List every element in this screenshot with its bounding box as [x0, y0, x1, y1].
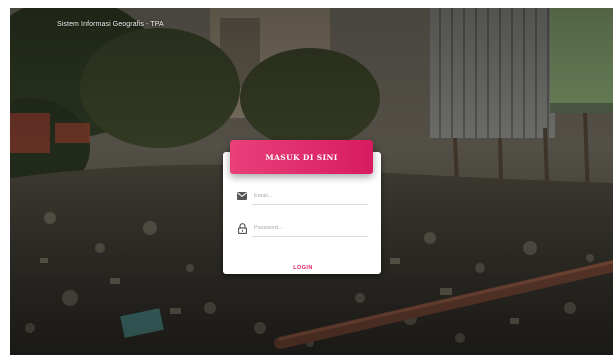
login-card-header: MASUK DI SINI — [230, 140, 373, 174]
email-underline — [252, 204, 368, 205]
email-field-row — [236, 189, 368, 205]
lock-icon — [236, 222, 248, 234]
password-input[interactable] — [254, 222, 366, 234]
password-field-row — [236, 221, 368, 237]
login-header-title: MASUK DI SINI — [265, 152, 338, 162]
app-title: Sistem Informasi Geografis - TPA — [57, 21, 164, 28]
envelope-icon — [236, 190, 248, 202]
email-input[interactable] — [254, 190, 366, 202]
login-button[interactable]: LOGIN — [283, 262, 323, 274]
password-underline — [252, 236, 368, 237]
